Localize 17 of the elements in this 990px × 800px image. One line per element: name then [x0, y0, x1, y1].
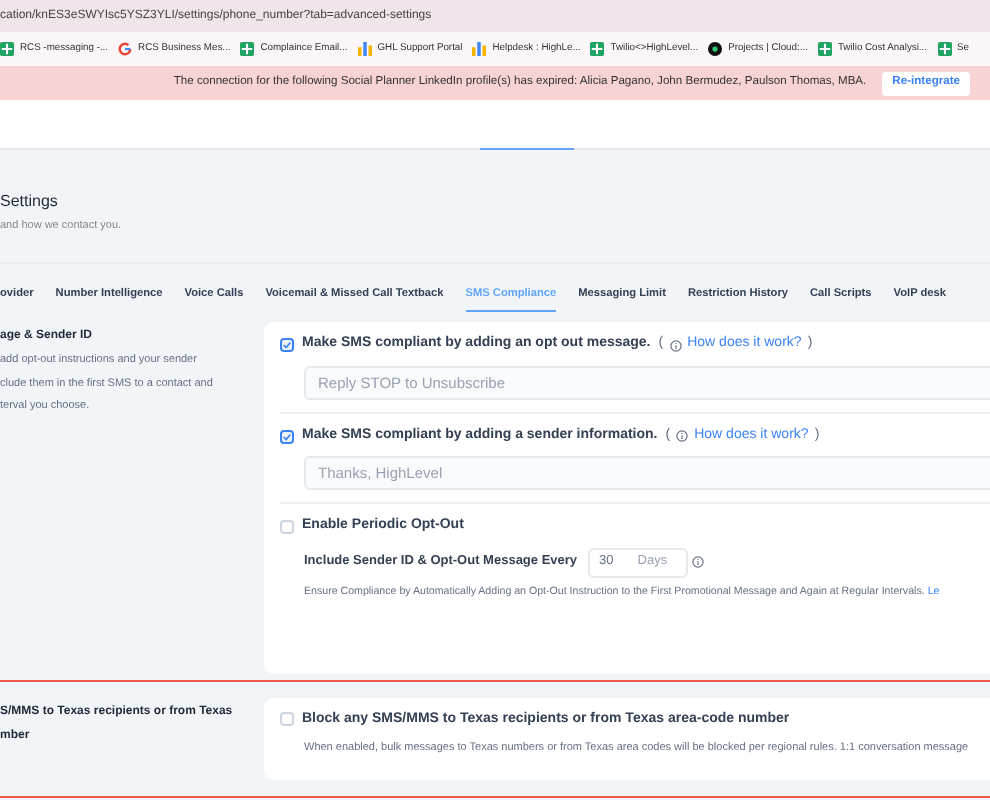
- checkmark-icon: [282, 340, 292, 350]
- spreadsheet-icon: [817, 41, 832, 56]
- spreadsheet-icon: [937, 41, 952, 56]
- spreadsheet-icon: [240, 41, 255, 56]
- circle-icon: [708, 41, 723, 56]
- info-icon: [691, 556, 704, 569]
- page-title: Settings: [0, 190, 60, 214]
- spreadsheet-icon: [590, 41, 605, 56]
- info-icon: [676, 430, 689, 442]
- checkbox[interactable]: [280, 429, 294, 443]
- active-nav-indicator: [480, 147, 574, 150]
- checkbox[interactable]: [280, 338, 294, 352]
- info-icon: [669, 339, 682, 351]
- google-icon: [118, 41, 133, 56]
- bar-chart-icon: [357, 41, 372, 56]
- bar-chart-icon: [472, 41, 487, 56]
- checkmark-icon: [282, 431, 292, 441]
